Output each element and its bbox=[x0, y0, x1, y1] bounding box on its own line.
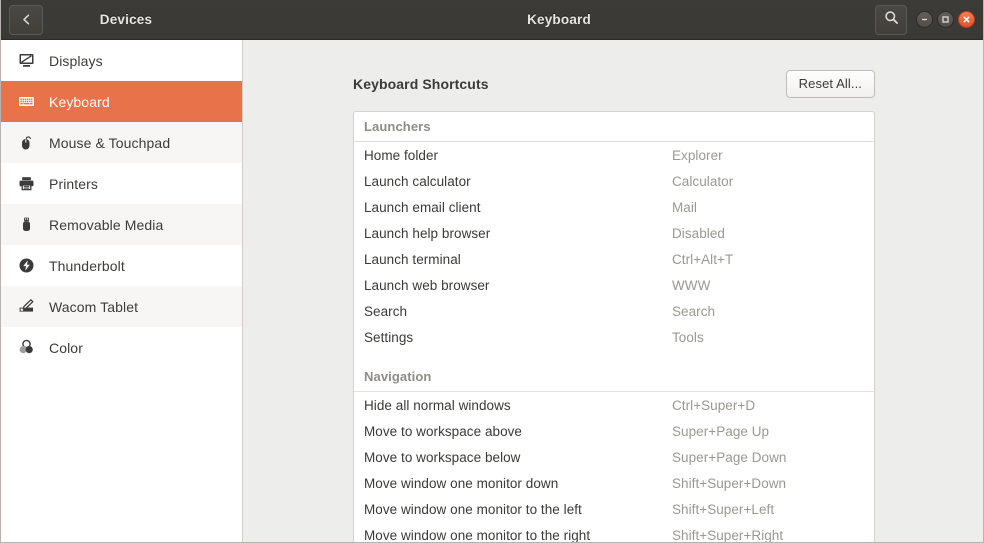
reset-all-button[interactable]: Reset All... bbox=[785, 70, 875, 98]
shortcut-name: Launch help browser bbox=[364, 225, 491, 241]
sidebar-item-label: Displays bbox=[49, 52, 103, 69]
close-button[interactable] bbox=[958, 11, 975, 28]
titlebar-center-pane: Keyboard bbox=[243, 0, 875, 39]
page-title: Keyboard Shortcuts bbox=[353, 76, 489, 92]
mouse-icon bbox=[15, 134, 37, 151]
table-row[interactable]: Search Search bbox=[354, 298, 874, 324]
table-row[interactable]: Move window one monitor down Shift+Super… bbox=[354, 470, 874, 496]
sidebar-item-label: Thunderbolt bbox=[49, 257, 125, 274]
shortcut-value: Search bbox=[672, 303, 716, 319]
table-row[interactable]: Launch web browser WWW bbox=[354, 272, 874, 298]
window-controls bbox=[916, 11, 975, 28]
table-row[interactable]: Launch help browser Disabled bbox=[354, 220, 874, 246]
back-button[interactable] bbox=[9, 4, 43, 35]
content-area: Keyboard Shortcuts Reset All... Launcher… bbox=[243, 40, 983, 542]
minimize-button[interactable] bbox=[916, 11, 933, 28]
shortcut-value: WWW bbox=[672, 277, 711, 293]
shortcut-name: Launch web browser bbox=[364, 277, 490, 293]
sidebar-item-color[interactable]: Color bbox=[1, 327, 242, 368]
usb-drive-icon bbox=[15, 216, 37, 233]
settings-window: Devices Keyboard Displays Keyboard Mouse… bbox=[0, 0, 984, 543]
shortcut-name: Home folder bbox=[364, 147, 439, 163]
shortcut-value: Shift+Super+Right bbox=[672, 527, 784, 543]
keyboard-icon bbox=[15, 93, 37, 110]
sidebar-item-label: Wacom Tablet bbox=[49, 298, 139, 315]
minimize-icon bbox=[920, 11, 929, 29]
sidebar-item-label: Color bbox=[49, 339, 83, 356]
chevron-left-icon bbox=[20, 13, 33, 26]
sidebar-item-mouse-touchpad[interactable]: Mouse & Touchpad bbox=[1, 122, 242, 163]
sidebar: Displays Keyboard Mouse & Touchpad Print… bbox=[1, 40, 243, 542]
shortcut-value: Ctrl+Alt+T bbox=[672, 251, 734, 267]
table-row[interactable]: Hide all normal windows Ctrl+Super+D bbox=[354, 392, 874, 418]
display-icon bbox=[15, 52, 37, 69]
shortcut-name: Search bbox=[364, 303, 408, 319]
table-row[interactable]: Launch calculator Calculator bbox=[354, 168, 874, 194]
shortcut-name: Move window one monitor to the left bbox=[364, 501, 582, 517]
sidebar-item-printers[interactable]: Printers bbox=[1, 163, 242, 204]
shortcut-name: Launch calculator bbox=[364, 173, 471, 189]
search-button[interactable] bbox=[875, 4, 907, 35]
thunderbolt-icon bbox=[15, 257, 37, 274]
shortcuts-list-panel: Launchers Home folder Explorer Launch ca… bbox=[353, 111, 875, 542]
table-row[interactable]: Launch email client Mail bbox=[354, 194, 874, 220]
section-header-launchers: Launchers bbox=[354, 112, 874, 142]
shortcut-value: Super+Page Up bbox=[672, 423, 770, 439]
titlebar-right-pane bbox=[875, 0, 983, 39]
shortcut-value: Disabled bbox=[672, 225, 725, 241]
content-inner: Keyboard Shortcuts Reset All... Launcher… bbox=[353, 40, 875, 542]
maximize-button[interactable] bbox=[937, 11, 954, 28]
window-body: Displays Keyboard Mouse & Touchpad Print… bbox=[1, 40, 983, 542]
sidebar-item-label: Mouse & Touchpad bbox=[49, 134, 171, 151]
sidebar-item-label: Removable Media bbox=[49, 216, 164, 233]
shortcut-name: Launch email client bbox=[364, 199, 481, 215]
shortcut-value: Ctrl+Super+D bbox=[672, 397, 756, 413]
sidebar-panel-title: Devices bbox=[99, 12, 153, 27]
shortcut-name: Move window one monitor down bbox=[364, 475, 559, 491]
shortcut-value: Calculator bbox=[672, 173, 734, 189]
table-row[interactable]: Move to workspace above Super+Page Up bbox=[354, 418, 874, 444]
table-row[interactable]: Move window one monitor to the left Shif… bbox=[354, 496, 874, 522]
section-header-navigation: Navigation bbox=[354, 362, 874, 392]
close-icon bbox=[962, 11, 971, 29]
shortcut-value: Explorer bbox=[672, 147, 723, 163]
maximize-icon bbox=[941, 11, 950, 29]
color-wheel-icon bbox=[15, 339, 37, 356]
shortcut-name: Settings bbox=[364, 329, 414, 345]
titlebar: Devices Keyboard bbox=[1, 0, 983, 40]
shortcut-value: Tools bbox=[672, 329, 704, 345]
window-title: Keyboard bbox=[527, 12, 591, 27]
shortcut-value: Shift+Super+Left bbox=[672, 501, 775, 517]
table-row[interactable]: Move window one monitor to the right Shi… bbox=[354, 522, 874, 543]
shortcut-value: Shift+Super+Down bbox=[672, 475, 787, 491]
table-row[interactable]: Home folder Explorer bbox=[354, 142, 874, 168]
shortcut-name: Launch terminal bbox=[364, 251, 461, 267]
table-row[interactable]: Settings Tools bbox=[354, 324, 874, 350]
printer-icon bbox=[15, 175, 37, 192]
sidebar-item-displays[interactable]: Displays bbox=[1, 40, 242, 81]
sidebar-item-label: Keyboard bbox=[49, 93, 110, 110]
content-header: Keyboard Shortcuts Reset All... bbox=[353, 40, 875, 111]
sidebar-item-keyboard[interactable]: Keyboard bbox=[1, 81, 242, 122]
shortcut-name: Move to workspace above bbox=[364, 423, 522, 439]
shortcut-name: Move window one monitor to the right bbox=[364, 527, 591, 543]
table-row[interactable]: Move to workspace below Super+Page Down bbox=[354, 444, 874, 470]
sidebar-item-label: Printers bbox=[49, 175, 99, 192]
wacom-tablet-icon bbox=[15, 298, 37, 315]
shortcut-value: Super+Page Down bbox=[672, 449, 787, 465]
sidebar-item-thunderbolt[interactable]: Thunderbolt bbox=[1, 245, 242, 286]
search-icon bbox=[884, 10, 899, 30]
shortcut-value: Mail bbox=[672, 199, 697, 215]
shortcut-name: Move to workspace below bbox=[364, 449, 521, 465]
titlebar-left-pane: Devices bbox=[1, 0, 243, 39]
table-row[interactable]: Launch terminal Ctrl+Alt+T bbox=[354, 246, 874, 272]
sidebar-item-removable-media[interactable]: Removable Media bbox=[1, 204, 242, 245]
shortcut-name: Hide all normal windows bbox=[364, 397, 511, 413]
sidebar-item-wacom-tablet[interactable]: Wacom Tablet bbox=[1, 286, 242, 327]
